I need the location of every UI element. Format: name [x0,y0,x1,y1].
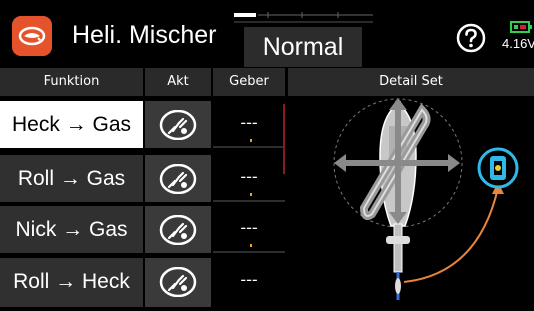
flight-mode-value[interactable]: Normal [244,27,362,67]
geber-center-marker [250,193,252,196]
battery-icon [510,21,532,33]
activation-toggle[interactable] [145,206,211,253]
geber-bar [213,146,285,148]
column-header-akt: Akt [145,68,211,96]
geber-control[interactable]: --- [213,206,285,253]
mixer-inactive-icon [159,110,197,140]
geber-value: --- [240,218,258,237]
flight-mode-selector[interactable]: Normal [232,10,375,67]
top-bar: Heli. Mischer Normal 4.16V [0,0,534,68]
question-circle-icon[interactable] [456,23,486,53]
geber-value: --- [240,113,258,132]
geber-center-marker [250,139,252,142]
mixer-inactive-icon [159,267,197,297]
column-header-detail-set: Detail Set [288,68,534,96]
helicopter-icon[interactable] [12,16,52,56]
geber-control[interactable]: --- [213,101,285,148]
activation-toggle[interactable] [145,258,211,307]
geber-bar [213,251,285,253]
mode-indicator-bar [234,12,373,23]
mixer-function-nick-gas[interactable]: Nick → Gas [0,206,143,253]
column-header-geber: Geber [213,68,285,96]
mixer-inactive-icon [159,215,197,245]
geber-center-marker [250,244,252,247]
geber-value: --- [240,270,258,289]
column-header-funktion: Funktion [0,68,143,96]
page-title: Heli. Mischer [72,21,217,49]
geber-control[interactable]: --- [213,258,285,307]
battery-voltage: 4.16V [502,36,534,51]
geber-value: --- [240,167,258,186]
helicopter-diagram [333,98,519,300]
scroll-indicator[interactable] [283,104,285,174]
detail-set-panel [288,96,534,307]
activation-toggle[interactable] [145,101,211,148]
battery-status: 4.16V [496,18,534,58]
mixer-function-roll-gas[interactable]: Roll → Gas [0,155,143,202]
mixer-function-roll-heck[interactable]: Roll → Heck [0,258,143,307]
mixer-function-heck-gas[interactable]: Heck → Gas [0,101,143,148]
activation-toggle[interactable] [145,155,211,202]
mixer-inactive-icon [159,164,197,194]
geber-bar [213,200,285,202]
geber-control[interactable]: --- [213,155,285,202]
